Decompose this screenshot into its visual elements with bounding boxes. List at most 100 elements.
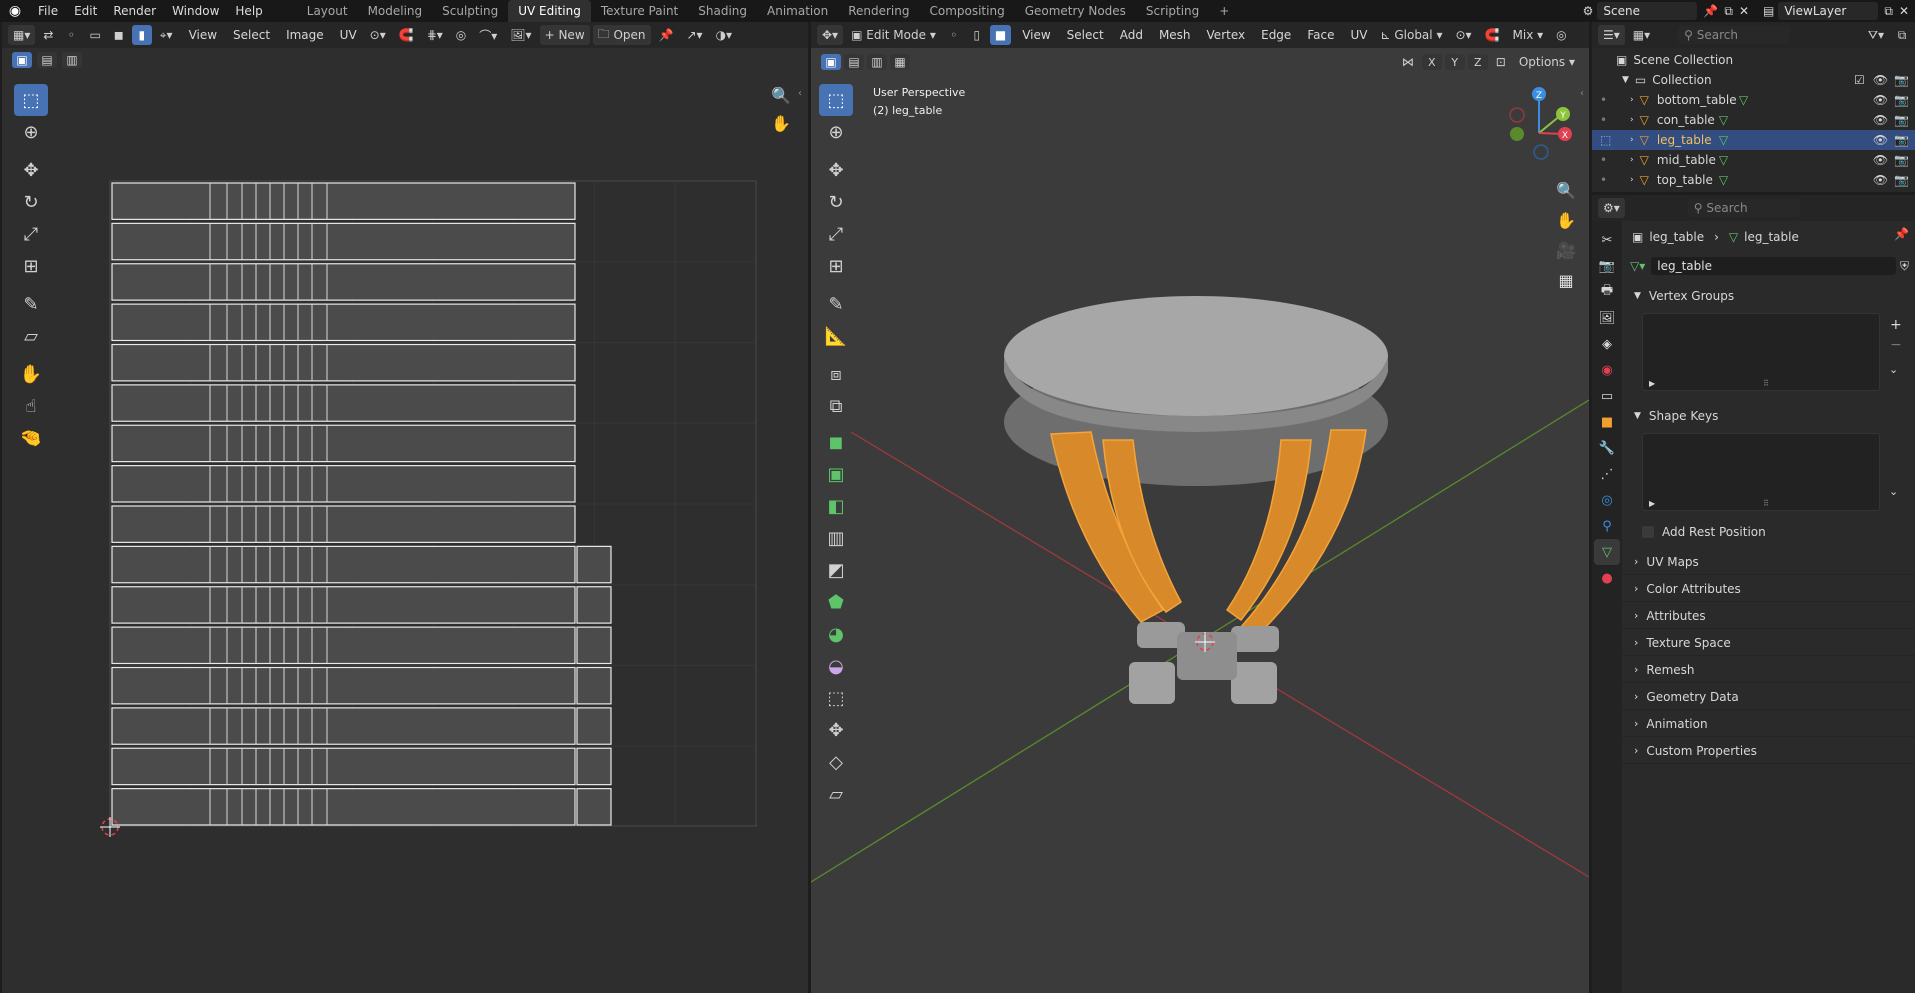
attributes-section[interactable]: › Attributes (1622, 603, 1915, 629)
menu-render[interactable]: Render (105, 0, 164, 22)
select-new-icon[interactable]: ▣ (12, 52, 32, 68)
vp-select-new-icon[interactable]: ▣ (821, 54, 841, 70)
face-mode-icon[interactable]: ■ (989, 25, 1012, 45)
list-resize-handle-icon[interactable]: ⠿ (1763, 499, 1769, 508)
tab-compositing[interactable]: Compositing (919, 0, 1014, 22)
render-camera-icon[interactable]: 📷 (1894, 153, 1909, 167)
collection-tab-icon[interactable]: ▭ (1594, 383, 1620, 409)
mesh-data-tab-icon[interactable]: ▽ (1594, 539, 1620, 565)
world-tab-icon[interactable]: ◉ (1594, 357, 1620, 383)
viewport-editor-type-icon[interactable]: ✥▾ (817, 25, 844, 45)
uv-island-strip[interactable] (111, 465, 576, 503)
pin-properties-icon[interactable]: 📌 (1894, 227, 1909, 241)
uv-island-strip[interactable] (111, 505, 576, 543)
vp-menu-add[interactable]: Add (1112, 28, 1151, 42)
outliner-object-row-selected[interactable]: ⬚ › ▽ leg_table ▽ 👁 📷 (1592, 130, 1915, 150)
expand-arrow-icon[interactable]: › (1630, 155, 1634, 165)
add-rest-position-checkbox[interactable] (1642, 526, 1654, 538)
uv-island-strip[interactable] (111, 343, 576, 382)
vp-collapse-arrow-icon[interactable]: ‹ (1580, 88, 1584, 99)
tab-scripting[interactable]: Scripting (1136, 0, 1209, 22)
uv-island-strip[interactable] (111, 182, 576, 220)
expand-arrow-icon[interactable]: › (1630, 115, 1634, 125)
uv-island-strip[interactable] (111, 424, 576, 463)
tab-uv-editing[interactable]: UV Editing (508, 0, 591, 22)
vp-scale-icon[interactable]: ⤢ (819, 218, 853, 250)
face-select-icon[interactable]: ◼ (109, 25, 129, 45)
vp-move-icon[interactable]: ✥ (819, 154, 853, 186)
filter-icon[interactable]: ⛛▾ (1863, 25, 1889, 45)
outliner-panel[interactable]: ☰▾ ▦▾ ⚲ Search ⛛▾ ⧉ ▣ Scene Collection ▼… (1592, 22, 1915, 192)
mode-selector[interactable]: ▣ Edit Mode ▾ (846, 25, 941, 45)
proportional-edit-toggle-icon[interactable]: ◎ (1551, 25, 1571, 45)
extrude-icon[interactable]: ⧉ (819, 390, 853, 422)
relax-icon[interactable]: ☝ (14, 390, 48, 422)
sticky-select-icon[interactable]: ⌖▾ (155, 25, 178, 45)
outliner-object-row[interactable]: • › ▽ con_table ▽ 👁 📷 (1592, 110, 1915, 130)
tab-shading[interactable]: Shading (688, 0, 757, 22)
rip-icon[interactable]: ▱ (14, 320, 48, 352)
uv-pan-icon[interactable]: ✋ (768, 110, 794, 136)
menu-help[interactable]: Help (227, 0, 270, 22)
fake-user-shield-icon[interactable]: ⛨ (1900, 259, 1909, 274)
uv-island-strip[interactable] (111, 545, 576, 584)
vertex-select-icon[interactable]: ◦ (61, 25, 81, 45)
add-rest-position-row[interactable]: Add Rest Position (1642, 525, 1766, 539)
uv-island-small[interactable] (576, 586, 612, 624)
uv-canvas[interactable] (2, 22, 808, 993)
delete-view-layer-icon[interactable]: ✕ (1899, 4, 1909, 18)
tab-texture-paint[interactable]: Texture Paint (591, 0, 688, 22)
outliner-object-row[interactable]: • › ▽ bottom_table ▽ 👁 📷 (1592, 90, 1915, 110)
render-camera-icon[interactable]: 📷 (1894, 173, 1909, 187)
visibility-eye-icon[interactable]: 👁 (1873, 93, 1888, 107)
grab-icon[interactable]: ✋ (14, 358, 48, 390)
pivot-icon[interactable]: ⊙▾ (365, 25, 391, 45)
poly-build-icon[interactable]: ◩ (819, 554, 853, 586)
knife-icon[interactable]: ▥ (819, 522, 853, 554)
render-tab-icon[interactable]: 📷 (1594, 253, 1620, 279)
vp-cursor-icon[interactable]: ⊕ (819, 116, 853, 148)
geometry-data-section[interactable]: › Geometry Data (1622, 684, 1915, 710)
uv-collapse-arrow-icon[interactable]: ‹ (798, 88, 802, 99)
vertex-groups-list[interactable]: ▶ ⠿ (1642, 313, 1880, 391)
properties-editor-type-icon[interactable]: ⚙▾ (1598, 198, 1625, 218)
visibility-eye-icon[interactable]: 👁 (1873, 73, 1888, 87)
uv-island-strip[interactable] (111, 626, 576, 665)
remesh-section[interactable]: › Remesh (1622, 657, 1915, 683)
uv-island-strip[interactable] (111, 303, 576, 342)
view-layer-tab-icon[interactable]: 🖼 (1594, 305, 1620, 331)
uv-maps-section[interactable]: › UV Maps (1622, 549, 1915, 575)
tab-sculpting[interactable]: Sculpting (432, 0, 508, 22)
loop-cut-icon[interactable]: ◧ (819, 490, 853, 522)
uv-island-strip[interactable] (111, 747, 576, 786)
tab-animation[interactable]: Animation (757, 0, 838, 22)
bevel-icon[interactable]: ▣ (819, 458, 853, 490)
rotate-icon[interactable]: ↻ (14, 186, 48, 218)
mirror-y-toggle[interactable]: Y (1444, 54, 1465, 70)
particles-tab-icon[interactable]: ⋰ (1594, 461, 1620, 487)
color-attributes-section[interactable]: › Color Attributes (1622, 576, 1915, 602)
mesh-data-icon[interactable]: ▽ (1739, 93, 1748, 107)
uv-island-small[interactable] (576, 545, 612, 584)
orientation-selector[interactable]: ⊾ Global ▾ (1375, 25, 1447, 45)
pivot-point-icon[interactable]: ⊙▾ (1450, 25, 1476, 45)
scene-collection-row[interactable]: ▣ Scene Collection (1592, 50, 1915, 70)
menu-edit[interactable]: Edit (66, 0, 105, 22)
new-scene-icon[interactable]: ⧉ (1724, 4, 1733, 19)
select-extend-icon[interactable]: ▤ (37, 52, 57, 68)
annotate-icon[interactable]: ✎ (14, 288, 48, 320)
uv-island-small[interactable] (576, 626, 612, 665)
falloff-icon[interactable]: ⌒▾ (474, 25, 502, 45)
uv-menu-select[interactable]: Select (225, 28, 278, 42)
mesh-data-icon[interactable]: ▽ (1719, 133, 1728, 147)
constraints-tab-icon[interactable]: ⚲ (1594, 513, 1620, 539)
uv-island-strip[interactable] (111, 384, 576, 422)
uv-island-small[interactable] (576, 747, 612, 786)
view-layer-field[interactable]: ViewLayer (1778, 2, 1879, 20)
spin-icon[interactable]: ⬟ (819, 586, 853, 618)
expand-arrow-icon[interactable]: › (1630, 135, 1634, 145)
tab-modeling[interactable]: Modeling (358, 0, 433, 22)
shear-icon[interactable]: ✥ (819, 714, 853, 746)
select-box-icon[interactable]: ⬚ (14, 84, 48, 116)
pin-image-icon[interactable]: 📌 (654, 25, 679, 45)
